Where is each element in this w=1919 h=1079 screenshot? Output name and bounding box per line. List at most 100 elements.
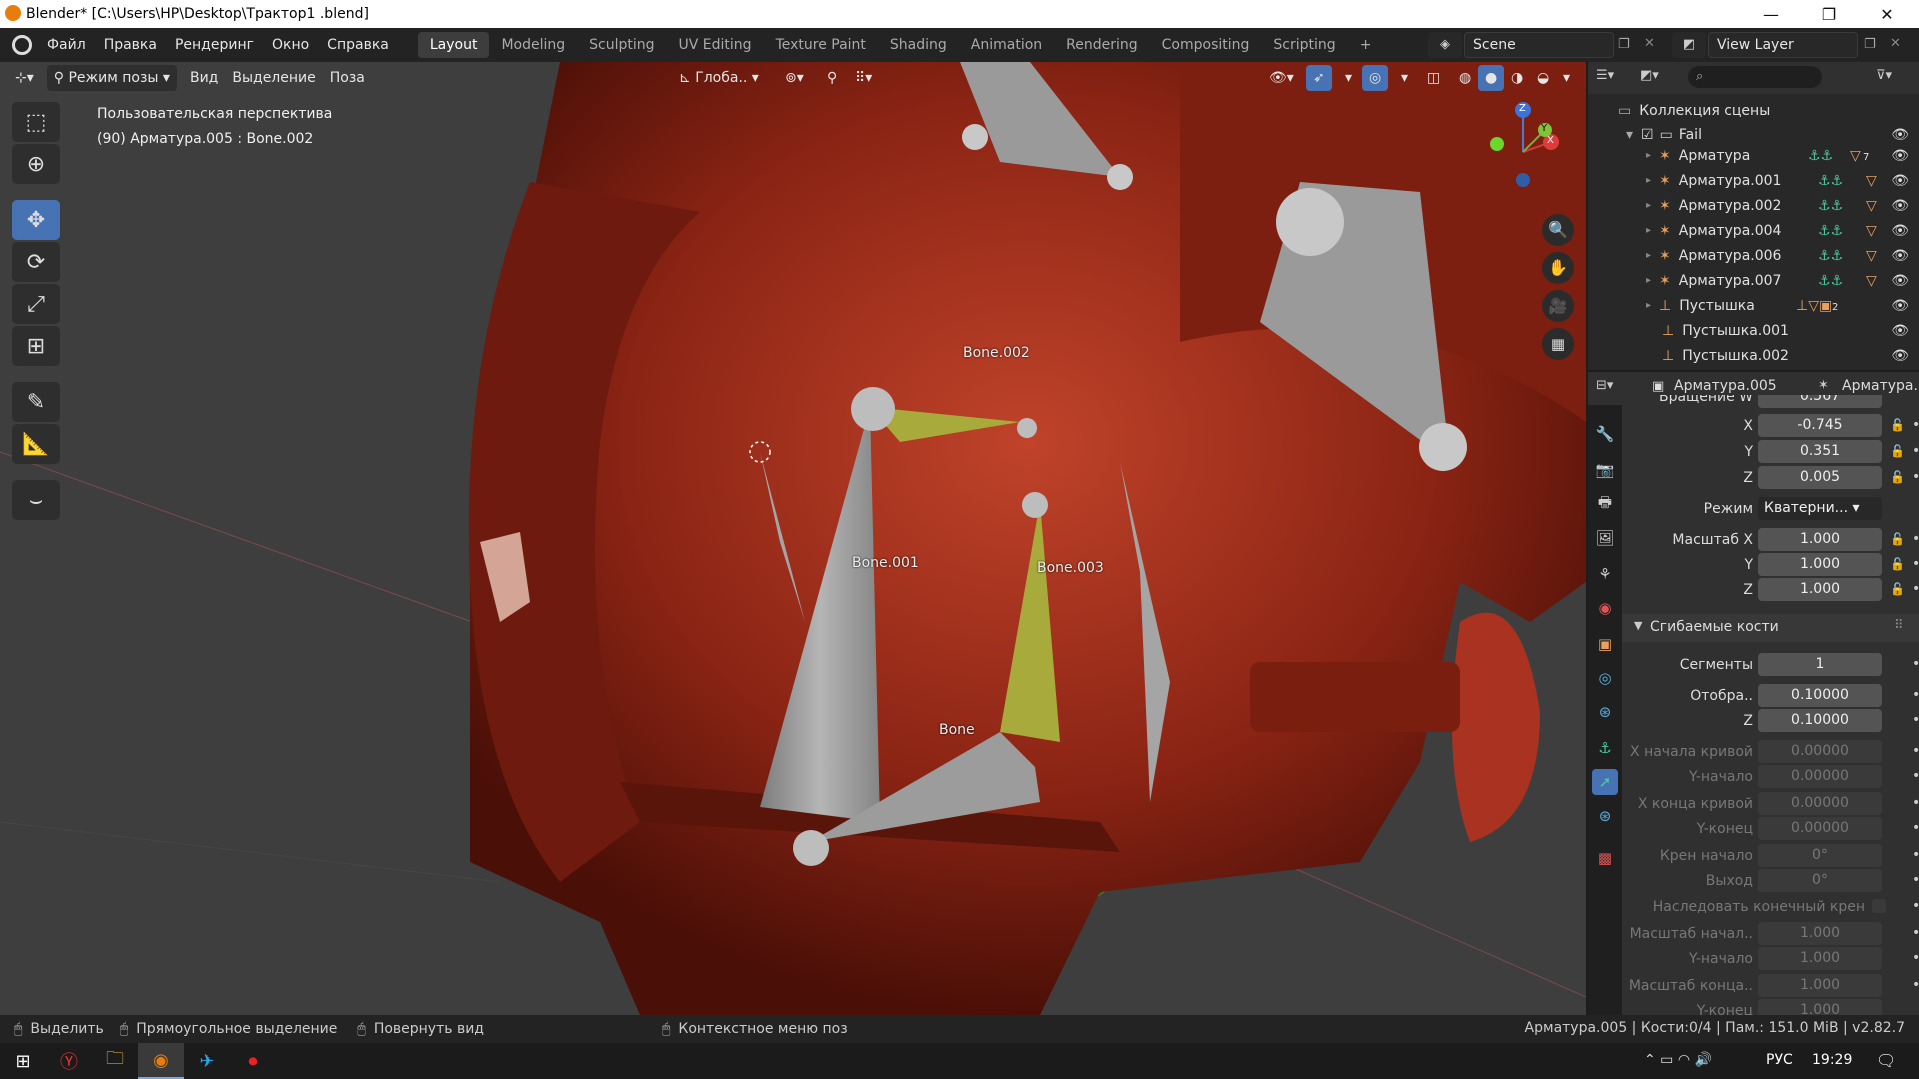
scale-in-y-field[interactable]: 1.000 bbox=[1758, 947, 1882, 970]
rotation-z-field[interactable]: 0.005 bbox=[1758, 466, 1882, 489]
lock-icon[interactable]: 🔓 bbox=[1890, 557, 1905, 571]
ortho-toggle-icon[interactable]: ▦ bbox=[1542, 328, 1574, 360]
view-layer-selector[interactable]: View Layer bbox=[1708, 32, 1858, 58]
scale-out-y-field[interactable]: 1.000 bbox=[1758, 999, 1882, 1015]
render-tab-icon[interactable]: 📷 bbox=[1592, 457, 1618, 483]
minimize-button[interactable]: — bbox=[1742, 0, 1800, 28]
scale-tool-icon[interactable]: ⤢ bbox=[12, 284, 60, 324]
outliner-scene-collection[interactable]: ▭ Коллекция сцены bbox=[1588, 98, 1919, 123]
outliner-item[interactable]: ▸ ✶ Арматура.006 ⚓⚓ ▽ 👁 bbox=[1588, 243, 1919, 268]
tab-uv-editing[interactable]: UV Editing bbox=[667, 32, 764, 58]
transform-tool-icon[interactable]: ⊞ bbox=[12, 326, 60, 366]
move-tool-icon[interactable]: ✥ bbox=[12, 200, 60, 240]
bone-size-tool-icon[interactable]: ⌣ bbox=[12, 480, 60, 520]
scale-x-field[interactable]: 1.000 bbox=[1758, 528, 1882, 551]
scene-selector[interactable]: Scene bbox=[1464, 32, 1614, 58]
keyframe-dot-icon[interactable]: • bbox=[1912, 898, 1919, 914]
mode-selector[interactable]: ⚲ Режим позы ▾ bbox=[46, 65, 177, 91]
mesh-icon[interactable]: ▽ bbox=[1866, 273, 1877, 289]
roll-out-field[interactable]: 0° bbox=[1758, 869, 1882, 892]
tray-icons[interactable]: ⌃ ▭ ◠ 🔊 bbox=[1644, 1052, 1712, 1068]
object-tab-icon[interactable]: ▣ bbox=[1592, 631, 1618, 657]
visibility-eye-icon[interactable]: 👁 bbox=[1891, 223, 1909, 239]
material-shading-icon[interactable]: ◑ bbox=[1504, 65, 1530, 91]
visibility-eye-icon[interactable]: 👁 bbox=[1891, 148, 1909, 164]
pose-icon[interactable]: ⚓⚓ bbox=[1818, 273, 1843, 289]
snap-target-icon[interactable]: ⠿▾ bbox=[848, 65, 879, 91]
keyframe-dot-icon[interactable]: • bbox=[1912, 847, 1919, 863]
camera-view-icon[interactable]: 🎥 bbox=[1542, 290, 1574, 322]
roll-in-field[interactable]: 0° bbox=[1758, 844, 1882, 867]
outliner-item[interactable]: ▸ ✶ Арматура.007 ⚓⚓ ▽ 👁 bbox=[1588, 268, 1919, 293]
tab-modeling[interactable]: Modeling bbox=[489, 32, 577, 58]
rotation-y-field[interactable]: 0.351 bbox=[1758, 440, 1882, 463]
scale-y-field[interactable]: 1.000 bbox=[1758, 553, 1882, 576]
tab-sculpting[interactable]: Sculpting bbox=[577, 32, 666, 58]
telegram-icon[interactable]: ✈ bbox=[184, 1043, 230, 1079]
measure-tool-icon[interactable]: 📐 bbox=[12, 424, 60, 464]
start-menu-icon[interactable]: ⊞ bbox=[0, 1043, 46, 1079]
tab-scripting[interactable]: Scripting bbox=[1261, 32, 1347, 58]
tab-shading[interactable]: Shading bbox=[878, 32, 959, 58]
visibility-icon[interactable]: 👁▾ bbox=[1262, 65, 1301, 91]
segments-field[interactable]: 1 bbox=[1758, 653, 1882, 676]
outliner-search-input[interactable]: ⌕ bbox=[1688, 66, 1822, 88]
shading-dropdown-icon[interactable]: ▾ bbox=[1556, 65, 1577, 91]
visibility-eye-icon[interactable]: 👁 bbox=[1891, 348, 1909, 364]
display-mode-icon[interactable]: ◩▾ bbox=[1640, 68, 1659, 83]
add-workspace-button[interactable]: + bbox=[1348, 32, 1384, 58]
keyframe-dot-icon[interactable]: • bbox=[1912, 820, 1919, 836]
lock-icon[interactable]: 🔓 bbox=[1890, 470, 1905, 484]
new-view-layer-icon[interactable]: ❐ bbox=[1864, 37, 1876, 52]
cursor-tool-icon[interactable]: ⊕ bbox=[12, 144, 60, 184]
lock-icon[interactable]: 🔓 bbox=[1890, 532, 1905, 546]
keyframe-dot-icon[interactable]: • bbox=[1912, 872, 1919, 888]
annotate-tool-icon[interactable]: ✎ bbox=[12, 382, 60, 422]
menu-render[interactable]: Рендеринг bbox=[166, 37, 263, 53]
snap-icon[interactable]: ⚲ bbox=[820, 65, 844, 91]
drag-handle-icon[interactable]: ⠿ bbox=[1894, 618, 1904, 633]
menu-edit[interactable]: Правка bbox=[95, 37, 166, 53]
outliner-item[interactable]: ▸ ✶ Арматура ⚓⚓ ▽ 7 👁 bbox=[1588, 143, 1919, 168]
tab-rendering[interactable]: Rendering bbox=[1054, 32, 1150, 58]
bone-tab-icon[interactable]: ➚ bbox=[1592, 769, 1618, 795]
inherit-roll-checkbox[interactable] bbox=[1872, 899, 1886, 913]
mesh-icon[interactable]: ▽ bbox=[1850, 148, 1861, 164]
menu-pose[interactable]: Поза bbox=[323, 65, 372, 91]
blender-menu-icon[interactable] bbox=[12, 35, 32, 55]
keyframe-dot-icon[interactable]: • bbox=[1912, 977, 1919, 993]
delete-scene-icon[interactable]: ✕ bbox=[1644, 36, 1655, 51]
keyframe-dot-icon[interactable]: • bbox=[1912, 556, 1919, 572]
wireframe-shading-icon[interactable]: ◍ bbox=[1452, 65, 1478, 91]
outliner-item[interactable]: ▸ ✶ Арматура.004 ⚓⚓ ▽ 👁 bbox=[1588, 218, 1919, 243]
modifiers-tab-icon[interactable]: ◎ bbox=[1592, 665, 1618, 691]
recorder-icon[interactable]: ⏺ bbox=[230, 1043, 276, 1079]
keyframe-dot-icon[interactable]: • bbox=[1912, 795, 1919, 811]
mesh-icon[interactable]: ▽ bbox=[1866, 198, 1877, 214]
rotation-mode-dropdown[interactable]: Кватерни... ▾ bbox=[1758, 497, 1882, 520]
texture-tab-icon[interactable]: ▩ bbox=[1592, 845, 1618, 871]
keyframe-dot-icon[interactable]: • bbox=[1912, 581, 1919, 597]
pose-icon[interactable]: ⚓⚓ bbox=[1818, 198, 1843, 214]
navigation-gizmo[interactable]: Z Y X bbox=[1475, 90, 1575, 190]
pose-icon[interactable]: ⚓⚓ bbox=[1818, 173, 1843, 189]
overlays-dropdown-icon[interactable]: ▾ bbox=[1394, 65, 1415, 91]
delete-view-layer-icon[interactable]: ✕ bbox=[1890, 36, 1901, 51]
mesh-icon[interactable]: ▽ bbox=[1866, 173, 1877, 189]
children-icon[interactable]: ⊥▽▣ bbox=[1796, 298, 1832, 314]
lock-icon[interactable]: 🔓 bbox=[1890, 582, 1905, 596]
keyframe-dot-icon[interactable]: • bbox=[1912, 656, 1919, 672]
outliner-item[interactable]: ▸ ✶ Арматура.002 ⚓⚓ ▽ 👁 bbox=[1588, 193, 1919, 218]
gizmo-toggle-icon[interactable]: ➶ bbox=[1306, 65, 1332, 91]
outliner-item[interactable]: ⊥ Пустышка.002 👁 bbox=[1588, 343, 1919, 368]
keyframe-dot-icon[interactable]: • bbox=[1912, 743, 1919, 759]
curve-out-x-field[interactable]: 0.00000 bbox=[1758, 792, 1882, 815]
curve-out-y-field[interactable]: 0.00000 bbox=[1758, 817, 1882, 840]
keyframe-dot-icon[interactable]: • bbox=[1912, 531, 1919, 547]
rotation-x-field[interactable]: -0.745 bbox=[1758, 414, 1882, 437]
view-layer-tab-icon[interactable]: 🖼 bbox=[1592, 525, 1618, 551]
rendered-shading-icon[interactable]: ◒ bbox=[1530, 65, 1556, 91]
close-button[interactable]: ✕ bbox=[1858, 0, 1916, 28]
scene-browse-icon[interactable]: ◈ bbox=[1428, 32, 1462, 58]
transform-orientation[interactable]: ⊾ Глоба.. ▾ bbox=[672, 65, 766, 91]
